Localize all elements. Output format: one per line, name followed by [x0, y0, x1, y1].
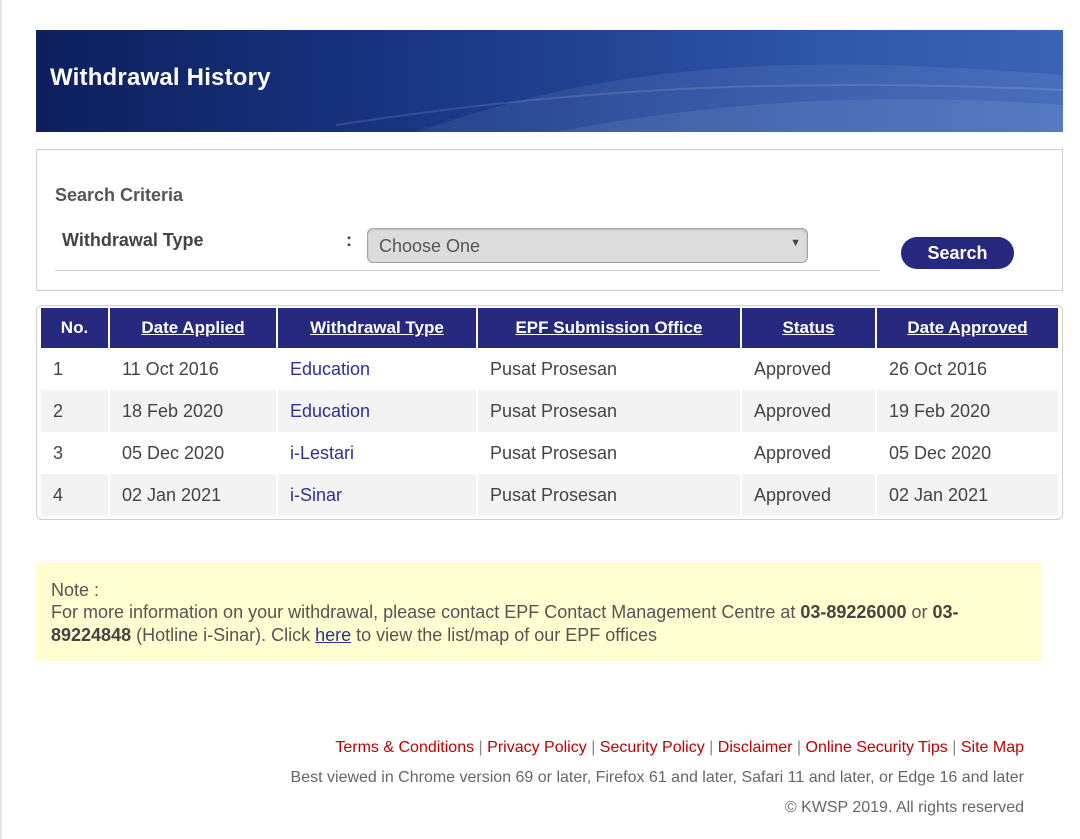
cell-status: Approved: [742, 474, 875, 516]
withdrawal-history-table-container: No. Date Applied Withdrawal Type EPF Sub…: [36, 305, 1063, 520]
page-banner: Withdrawal History: [36, 30, 1063, 132]
table-header-row: No. Date Applied Withdrawal Type EPF Sub…: [41, 308, 1058, 348]
cell-date-applied: 11 Oct 2016: [110, 348, 276, 390]
cell-status: Approved: [742, 390, 875, 432]
footer-link-disclaimer[interactable]: Disclaimer: [718, 739, 793, 756]
footer-link-security-policy[interactable]: Security Policy: [600, 739, 705, 756]
cell-no: 1: [41, 348, 108, 390]
footer-separator: |: [478, 739, 483, 756]
cell-date-approved: 05 Dec 2020: [877, 432, 1058, 474]
column-header-no: No.: [41, 308, 108, 348]
withdrawal-type-select[interactable]: Choose One ▼: [367, 228, 808, 263]
table-row: 3 05 Dec 2020 i-Lestari Pusat Prosesan A…: [41, 432, 1058, 474]
chevron-down-icon: ▼: [790, 237, 801, 249]
search-button[interactable]: Search: [901, 237, 1014, 269]
note-text-part: For more information on your withdrawal,…: [51, 602, 801, 622]
table-row: 2 18 Feb 2020 Education Pusat Prosesan A…: [41, 390, 1058, 432]
withdrawal-type-link[interactable]: Education: [278, 348, 476, 390]
search-criteria-heading: Search Criteria: [55, 185, 184, 205]
cell-date-approved: 02 Jan 2021: [877, 474, 1058, 516]
cell-status: Approved: [742, 348, 875, 390]
footer-link-site-map[interactable]: Site Map: [961, 739, 1024, 756]
column-header-date-approved[interactable]: Date Approved: [877, 308, 1058, 348]
column-header-withdrawal-type[interactable]: Withdrawal Type: [278, 308, 476, 348]
withdrawal-type-link[interactable]: i-Sinar: [278, 474, 476, 516]
table-row: 1 11 Oct 2016 Education Pusat Prosesan A…: [41, 348, 1058, 390]
cell-submission-office: Pusat Prosesan: [478, 474, 740, 516]
sort-link-withdrawal-type[interactable]: Withdrawal Type: [310, 318, 444, 337]
withdrawal-type-selected-value: Choose One: [379, 236, 481, 256]
column-header-status[interactable]: Status: [742, 308, 875, 348]
note-text-part: or: [906, 602, 933, 622]
cell-submission-office: Pusat Prosesan: [478, 390, 740, 432]
cell-status: Approved: [742, 432, 875, 474]
label-colon: :: [346, 230, 352, 250]
hotline-number: 03-89226000: [800, 602, 907, 622]
footer-separator: |: [709, 739, 714, 756]
page-title: Withdrawal History: [50, 64, 271, 91]
note-box: Note : For more information on your with…: [36, 563, 1042, 661]
copyright-text: © KWSP 2019. All rights reserved: [784, 799, 1024, 816]
footer-separator: |: [952, 739, 957, 756]
withdrawal-history-table: No. Date Applied Withdrawal Type EPF Sub…: [39, 308, 1060, 516]
withdrawal-type-link[interactable]: Education: [278, 390, 476, 432]
cell-submission-office: Pusat Prosesan: [478, 348, 740, 390]
epf-offices-link[interactable]: here: [315, 625, 351, 645]
note-text: For more information on your withdrawal,…: [51, 601, 1026, 647]
sort-link-date-applied[interactable]: Date Applied: [141, 318, 244, 337]
footer-link-privacy[interactable]: Privacy Policy: [487, 739, 587, 756]
withdrawal-type-link[interactable]: i-Lestari: [278, 432, 476, 474]
cell-date-approved: 19 Feb 2020: [877, 390, 1058, 432]
note-text-part: (Hotline i-Sinar). Click: [131, 625, 316, 645]
footer-links: Terms & Conditions | Privacy Policy | Se…: [335, 739, 1024, 757]
column-header-date-applied[interactable]: Date Applied: [110, 308, 276, 348]
sort-link-status[interactable]: Status: [783, 318, 835, 337]
cell-date-applied: 18 Feb 2020: [110, 390, 276, 432]
browser-compatibility-note: Best viewed in Chrome version 69 or late…: [290, 769, 1024, 786]
footer-separator: |: [796, 739, 802, 756]
table-row: 4 02 Jan 2021 i-Sinar Pusat Prosesan App…: [41, 474, 1058, 516]
cell-submission-office: Pusat Prosesan: [478, 432, 740, 474]
cell-date-applied: 02 Jan 2021: [110, 474, 276, 516]
search-criteria-panel: Search Criteria Withdrawal Type : Choose…: [36, 149, 1063, 291]
cell-no: 2: [41, 390, 108, 432]
sort-link-date-approved[interactable]: Date Approved: [907, 318, 1027, 337]
cell-no: 3: [41, 432, 108, 474]
footer-separator: |: [591, 739, 596, 756]
note-text-part: to view the list/map of our EPF offices: [351, 625, 657, 645]
page-left-border: [0, 0, 2, 839]
footer-link-terms[interactable]: Terms & Conditions: [335, 739, 474, 756]
column-header-epf-submission-office[interactable]: EPF Submission Office: [478, 308, 740, 348]
note-title: Note :: [51, 580, 100, 600]
cell-date-applied: 05 Dec 2020: [110, 432, 276, 474]
sort-link-epf-submission-office[interactable]: EPF Submission Office: [515, 318, 702, 337]
search-row-divider: [55, 270, 880, 271]
footer-link-security-tips[interactable]: Online Security Tips: [806, 739, 948, 756]
withdrawal-type-label: Withdrawal Type: [62, 230, 204, 250]
cell-no: 4: [41, 474, 108, 516]
cell-date-approved: 26 Oct 2016: [877, 348, 1058, 390]
